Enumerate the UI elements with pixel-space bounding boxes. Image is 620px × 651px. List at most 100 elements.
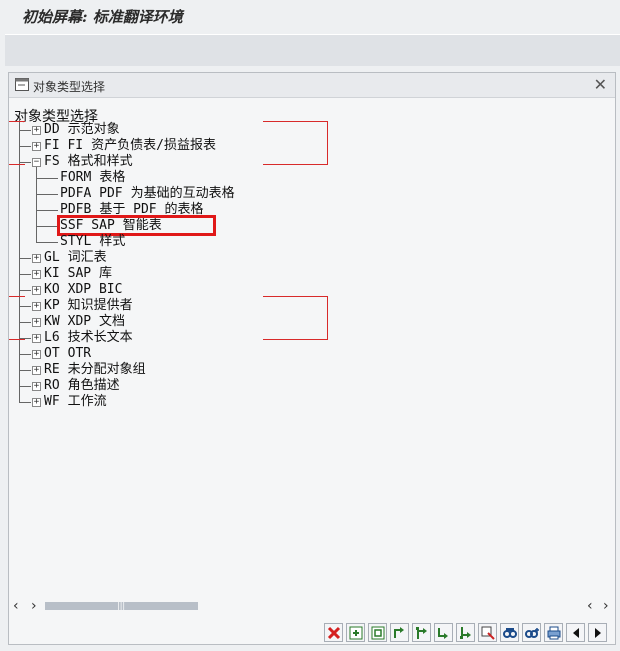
tree-item[interactable]: KP 知识提供者 [44,298,133,314]
select-icon [481,626,495,640]
tree-connector-line [19,258,31,259]
tree-item-label: OTR [67,346,92,361]
app-title: 初始屏幕: 标准翻译环境 [22,8,183,26]
find-button[interactable] [500,623,519,642]
tree-item-code: WF [44,394,60,409]
expand-node-icon[interactable]: + [32,382,41,391]
find-next-button[interactable] [522,623,541,642]
collapse-all-icon [460,627,471,639]
dialog-header: 对象类型选择 ✕ [9,73,615,98]
print-button[interactable] [544,623,563,642]
tree-item-code: L6 [44,330,60,345]
expand-node-icon[interactable]: + [32,286,41,295]
tree-item-code: KI [44,266,60,281]
tree-item[interactable]: OT OTR [44,346,91,362]
expand-node-icon[interactable]: + [32,334,41,343]
tree-item[interactable]: STYL 样式 [60,234,125,250]
find-icon [503,628,517,638]
tree-connector-line [19,274,31,275]
tree-item-code: STYL [60,234,92,249]
tree-item-code: DD [44,122,60,137]
expand-all-icon [416,627,427,639]
tree-item[interactable]: FORM 表格 [60,170,125,186]
tree-connector-line [19,386,31,387]
tree-connector-line [36,194,58,195]
scrollbar-grip-icon: ||| [117,601,126,610]
select-button[interactable] [478,623,497,642]
tree-item[interactable]: KW XDP 文档 [44,314,125,330]
tree-item-code: FI FI [44,138,84,153]
tree-item-label: 资产负债表/损益报表 [91,138,216,153]
tree-item-code: KW [44,314,60,329]
collapse-node-icon [371,626,385,640]
tree-item-label: 知识提供者 [67,298,133,313]
tree-item-label: 词汇表 [67,250,107,265]
chevron-right-icon[interactable]: › [603,598,609,614]
scrollbar-thumb[interactable]: ||| [45,602,198,610]
expand-node-icon[interactable]: + [32,318,41,327]
selected-item-highlight [57,215,216,236]
title-bar: 初始屏幕: 标准翻译环境 [0,0,620,34]
chevron-left-icon[interactable]: ‹ [13,598,19,614]
tree-item[interactable]: FS 格式和样式 [44,154,133,170]
tree-item-label: 样式 [99,234,126,249]
tree-item-label: XDP BIC [67,282,123,297]
add-node-button[interactable] [346,623,365,642]
chevron-left-icon[interactable]: ‹ [587,598,593,614]
horizontal-scrollbar[interactable]: ‹ › ||| ‹ › [9,598,615,614]
tree-item-code: RO [44,378,60,393]
tree-connector-line [36,226,58,227]
annotation-bracket [9,121,25,165]
collapse-node-icon[interactable]: − [32,158,41,167]
dialog-title: 对象类型选择 [33,80,106,94]
tree-connector-line [19,402,31,403]
tree-item[interactable]: RO 角色描述 [44,378,120,394]
expand-node-icon[interactable]: + [32,126,41,135]
expand-node-icon[interactable]: + [32,398,41,407]
previous-button[interactable] [566,623,585,642]
expand-node-icon[interactable]: + [32,302,41,311]
expand-subtree-button[interactable] [390,623,409,642]
tree-item[interactable]: FI FI 资产负债表/损益报表 [44,138,216,154]
annotation-bracket [9,296,25,340]
chevron-right-icon[interactable]: › [31,598,37,614]
tree-item-label: 未分配对象组 [67,362,146,377]
tree-item[interactable]: L6 技术长文本 [44,330,133,346]
tree-item-label: 格式和样式 [67,154,133,169]
tree-item-code: KO [44,282,60,297]
print-icon [547,626,561,640]
expand-node-icon[interactable]: + [32,142,41,151]
collapse-node-button[interactable] [368,623,387,642]
tree-item-label: 角色描述 [67,378,120,393]
tree-item-code: FS [44,154,60,169]
expand-node-icon[interactable]: + [32,254,41,263]
tree-item[interactable]: WF 工作流 [44,394,107,410]
tree-item-code: PDFA PDF [60,186,123,201]
tree-item-code: FORM [60,170,92,185]
expand-node-icon[interactable]: + [32,270,41,279]
expand-all-button[interactable] [412,623,431,642]
close-icon[interactable]: ✕ [594,75,607,94]
tree-item[interactable]: GL 词汇表 [44,250,107,266]
tree-item[interactable]: KO XDP BIC [44,282,122,298]
tree-item-code: RE [44,362,60,377]
tree-item[interactable]: RE 未分配对象组 [44,362,146,378]
collapse-subtree-button[interactable] [434,623,453,642]
annotation-bracket [263,296,328,340]
tree-item-label: 为基础的互动表格 [130,186,235,201]
cancel-button[interactable] [324,623,343,642]
tree-item-label: 工作流 [67,394,107,409]
annotation-bracket [263,121,328,165]
tree-item[interactable]: DD 示范对象 [44,122,120,138]
tree-item[interactable]: PDFA PDF 为基础的互动表格 [60,186,235,202]
expand-node-icon[interactable]: + [32,366,41,375]
collapse-all-button[interactable] [456,623,475,642]
tree-item[interactable]: KI SAP 库 [44,266,112,282]
next-button[interactable] [588,623,607,642]
expand-node-icon[interactable]: + [32,350,41,359]
tree-connector-line [36,178,58,179]
tree-item-code: GL [44,250,60,265]
application-toolbar [5,34,620,66]
tree-connector-line [19,354,31,355]
add-node-icon [349,626,363,640]
